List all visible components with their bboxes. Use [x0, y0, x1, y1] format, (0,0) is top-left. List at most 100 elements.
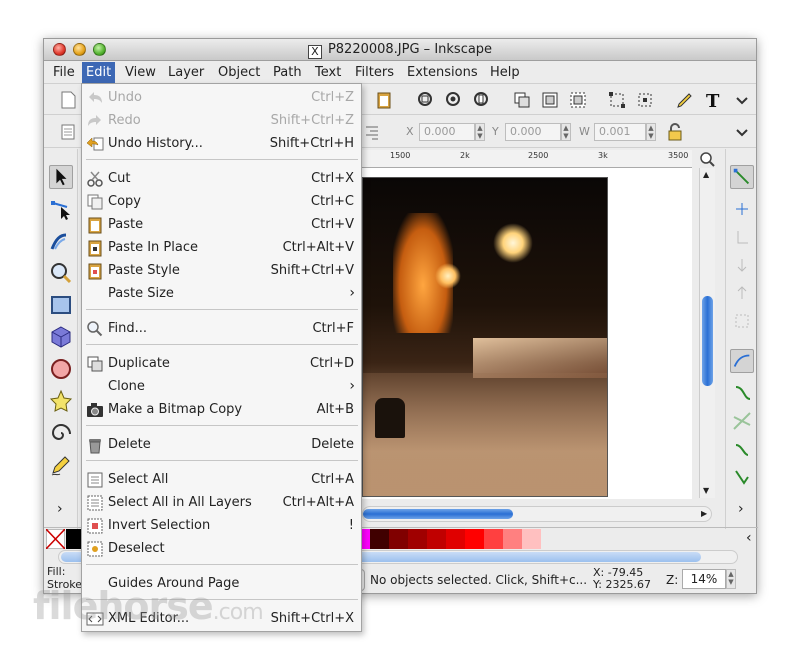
menu-item-paste-in-place[interactable]: Paste In Place Ctrl+Alt+V [82, 237, 361, 259]
photo-bitmap[interactable] [362, 177, 608, 497]
menu-edit[interactable]: Edit [82, 62, 116, 84]
undo-icon [89, 92, 102, 103]
drawing-canvas[interactable] [362, 168, 692, 499]
menu-help[interactable]: Help [486, 64, 524, 83]
palette-menu-icon[interactable]: ‹ [746, 530, 752, 546]
menu-item-redo[interactable]: Redo Shift+Ctrl+Z [82, 110, 361, 132]
select-all-layers-icon [87, 495, 103, 511]
duplicate-icon[interactable] [512, 90, 532, 110]
color-swatch[interactable] [465, 529, 484, 549]
menu-item-paste[interactable]: Paste Ctrl+V [82, 214, 361, 236]
w-spinner[interactable]: ▲ ▼ [646, 123, 656, 141]
menu-item-undo[interactable]: Undo Ctrl+Z [82, 87, 361, 109]
menu-item-find[interactable]: Find... Ctrl+F [82, 318, 361, 340]
menu-item-duplicate[interactable]: Duplicate Ctrl+D [82, 353, 361, 375]
tweak-tool-icon[interactable] [49, 229, 73, 253]
menu-object[interactable]: Object [214, 64, 264, 83]
menu-item-undo-history[interactable]: Undo History... Shift+Ctrl+H [82, 133, 361, 155]
menu-path[interactable]: Path [269, 64, 306, 83]
menu-extensions[interactable]: Extensions [403, 64, 482, 83]
snap-centers-icon[interactable] [730, 309, 754, 333]
zoom-page-icon[interactable] [472, 90, 492, 110]
snap-toggle-icon[interactable] [730, 165, 754, 189]
color-swatch[interactable] [389, 529, 408, 549]
menu-view[interactable]: View [121, 64, 160, 83]
snap-edges-icon[interactable] [730, 225, 754, 249]
rectangle-tool-icon[interactable] [49, 293, 73, 317]
no-paint-swatch-icon[interactable] [46, 529, 65, 549]
color-swatch[interactable] [370, 529, 389, 549]
snap-cusp-nodes-icon[interactable] [730, 465, 754, 489]
horizontal-scroll-thumb[interactable] [363, 509, 513, 519]
box3d-tool-icon[interactable] [49, 325, 73, 349]
zoom-drawing-icon[interactable] [444, 90, 464, 110]
menu-item-paste-size[interactable]: Paste Size › [82, 283, 361, 305]
x-spinner[interactable]: ▲ ▼ [475, 123, 485, 141]
ellipse-tool-icon[interactable] [49, 357, 73, 381]
snap-paths-icon[interactable] [730, 381, 754, 405]
menu-item-cut[interactable]: Cut Ctrl+X [82, 168, 361, 190]
ungroup-icon[interactable] [568, 90, 588, 110]
fill-label: Fill: [47, 565, 66, 578]
snap-nodes-icon[interactable] [730, 349, 754, 373]
snap-midpoints-icon[interactable] [730, 281, 754, 305]
text-font-icon[interactable]: T [703, 90, 723, 110]
spiral-tool-icon[interactable] [49, 421, 73, 445]
zoom-corner-icon[interactable] [699, 151, 715, 167]
vertical-scroll-thumb[interactable] [702, 296, 713, 386]
menu-filters[interactable]: Filters [351, 64, 398, 83]
menu-text[interactable]: Text [311, 64, 345, 83]
menu-item-make-bitmap-copy[interactable]: Make a Bitmap Copy Alt+B [82, 399, 361, 421]
lock-icon[interactable] [665, 122, 685, 142]
snap-bbox-icon[interactable] [730, 197, 754, 221]
pencil-tool-icon[interactable] [49, 453, 73, 477]
fill-stroke-icon[interactable] [675, 90, 695, 110]
snap-corners-icon[interactable] [730, 253, 754, 277]
chevron-down-icon[interactable] [732, 122, 752, 142]
menu-item-invert-selection[interactable]: Invert Selection! [82, 515, 361, 537]
align-icon[interactable] [635, 90, 655, 110]
menu-file[interactable]: File [49, 64, 79, 83]
menu-item-delete[interactable]: Delete Delete [82, 434, 361, 456]
menu-item-select-all-in-all-layers[interactable]: Select All in All Layers Ctrl+Alt+A [82, 492, 361, 514]
color-swatch[interactable] [446, 529, 465, 549]
selector-tool-icon[interactable] [49, 165, 73, 189]
menu-item-paste-style[interactable]: Paste Style Shift+Ctrl+V [82, 260, 361, 282]
star-tool-icon[interactable] [49, 389, 73, 413]
paste-icon[interactable] [374, 90, 394, 110]
snapbar-more-icon[interactable]: › [738, 501, 744, 517]
menu-item-clone[interactable]: Clone › [82, 376, 361, 398]
new-document-icon[interactable] [58, 90, 78, 110]
zoom-selection-icon[interactable] [416, 90, 436, 110]
redo-icon [88, 115, 101, 126]
color-swatch[interactable] [484, 529, 503, 549]
document-icon[interactable] [58, 122, 78, 142]
w-field[interactable]: 0.001 [594, 123, 646, 141]
zoom-tool-icon[interactable] [49, 261, 73, 285]
menu-item-select-all[interactable]: Select All Ctrl+A [82, 469, 361, 491]
color-swatch[interactable] [503, 529, 522, 549]
group-icon[interactable] [540, 90, 560, 110]
x-field[interactable]: 0.000 [419, 123, 475, 141]
node-tool-icon[interactable] [49, 197, 73, 221]
zoom-spinner[interactable]: ▲ ▼ [726, 569, 736, 589]
color-swatch[interactable] [427, 529, 446, 549]
menu-layer[interactable]: Layer [164, 64, 208, 83]
color-swatch[interactable] [522, 529, 541, 549]
align-right-icon[interactable] [362, 122, 382, 142]
color-swatch[interactable] [408, 529, 427, 549]
menu-item-copy[interactable]: Copy Ctrl+C [82, 191, 361, 213]
horizontal-scrollbar[interactable]: ▶ [362, 506, 712, 522]
y-field[interactable]: 0.000 [505, 123, 561, 141]
chevron-down-icon[interactable] [732, 90, 752, 110]
vertical-scrollbar[interactable]: ▲ ▼ [699, 168, 715, 498]
snap-intersections-icon[interactable] [730, 409, 754, 433]
snap-smooth-nodes-icon[interactable] [730, 437, 754, 461]
menu-item-deselect[interactable]: Deselect [82, 538, 361, 560]
y-spinner[interactable]: ▲ ▼ [561, 123, 571, 141]
duplicate-icon [87, 356, 103, 372]
zoom-field[interactable]: 14% [682, 569, 726, 589]
transform-icon[interactable] [607, 90, 627, 110]
toolbox-more-icon[interactable]: › [57, 501, 63, 517]
filehorse-watermark: filehorse.com [33, 584, 264, 628]
